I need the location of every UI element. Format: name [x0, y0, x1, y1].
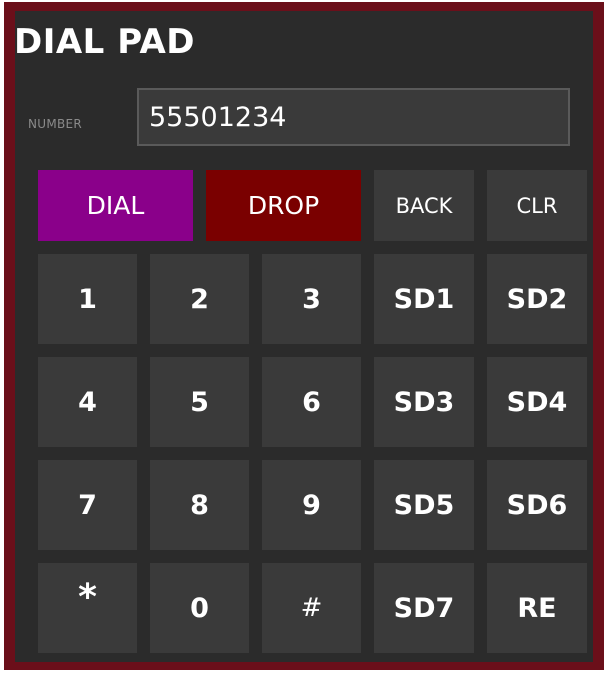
dial-button[interactable]: DIAL [38, 170, 193, 241]
page-title: DIAL PAD [14, 22, 196, 62]
key-0[interactable]: 0 [150, 563, 249, 653]
number-label: NUMBER [28, 117, 83, 131]
back-button[interactable]: BACK [374, 170, 474, 241]
drop-button[interactable]: DROP [206, 170, 361, 241]
speed-dial-4-button[interactable]: SD4 [487, 357, 587, 447]
key-1[interactable]: 1 [38, 254, 137, 344]
number-field[interactable] [137, 88, 570, 146]
key-7[interactable]: 7 [38, 460, 137, 550]
speed-dial-2-button[interactable]: SD2 [487, 254, 587, 344]
speed-dial-6-button[interactable]: SD6 [487, 460, 587, 550]
key-3[interactable]: 3 [262, 254, 361, 344]
speed-dial-5-button[interactable]: SD5 [374, 460, 474, 550]
redial-button[interactable]: RE [487, 563, 587, 653]
key-4[interactable]: 4 [38, 357, 137, 447]
key-9[interactable]: 9 [262, 460, 361, 550]
key-6[interactable]: 6 [262, 357, 361, 447]
key-hash[interactable]: # [262, 563, 361, 653]
key-2[interactable]: 2 [150, 254, 249, 344]
speed-dial-3-button[interactable]: SD3 [374, 357, 474, 447]
speed-dial-7-button[interactable]: SD7 [374, 563, 474, 653]
key-star[interactable]: * [38, 563, 137, 653]
key-5[interactable]: 5 [150, 357, 249, 447]
clear-button[interactable]: CLR [487, 170, 587, 241]
key-8[interactable]: 8 [150, 460, 249, 550]
speed-dial-1-button[interactable]: SD1 [374, 254, 474, 344]
